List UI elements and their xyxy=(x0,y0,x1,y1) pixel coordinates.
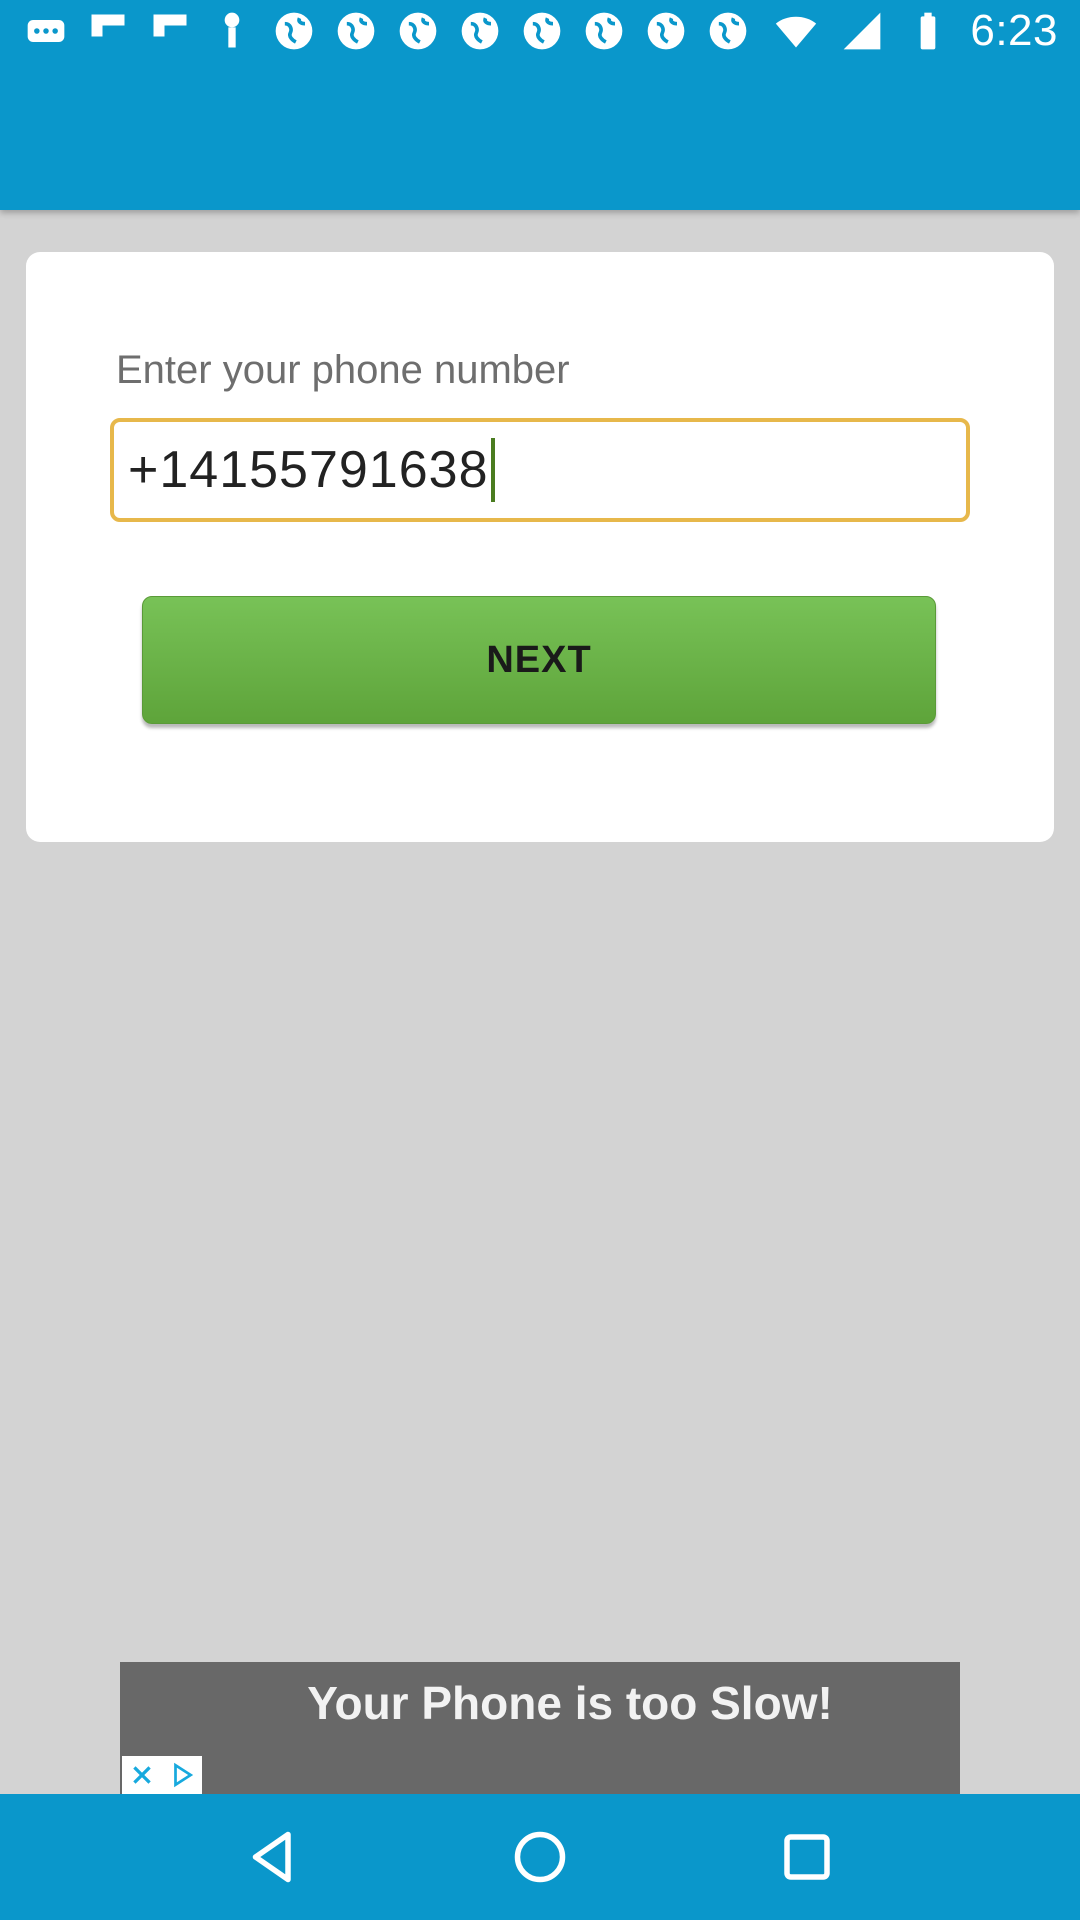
status-system-icons: 6:23 xyxy=(772,6,1058,56)
status-notification-icons xyxy=(22,7,752,55)
phone-number-input[interactable]: +14155791638 xyxy=(110,418,970,522)
flipboard-icon xyxy=(146,7,194,55)
text-cursor xyxy=(490,438,495,502)
wifi-icon xyxy=(772,7,820,55)
back-icon[interactable] xyxy=(238,1822,308,1892)
download-icon xyxy=(208,7,256,55)
ad-banner-text: Your Phone is too Slow! xyxy=(307,1677,833,1729)
ad-controls xyxy=(122,1756,202,1794)
recents-icon[interactable] xyxy=(772,1822,842,1892)
adchoices-icon[interactable] xyxy=(162,1756,202,1794)
ad-close-icon[interactable] xyxy=(122,1756,162,1794)
system-nav-bar xyxy=(0,1794,1080,1920)
globe-icon xyxy=(518,7,566,55)
globe-icon xyxy=(394,7,442,55)
flipboard-icon xyxy=(84,7,132,55)
signal-icon xyxy=(838,7,886,55)
globe-icon xyxy=(332,7,380,55)
ad-banner[interactable]: Your Phone is too Slow! xyxy=(120,1662,960,1794)
phone-number-value: +14155791638 xyxy=(128,441,489,499)
status-bar: 6:23 xyxy=(0,0,1080,62)
home-icon[interactable] xyxy=(505,1822,575,1892)
phone-prompt-label: Enter your phone number xyxy=(116,348,570,392)
globe-icon xyxy=(642,7,690,55)
globe-icon xyxy=(456,7,504,55)
globe-icon xyxy=(704,7,752,55)
battery-icon xyxy=(904,7,952,55)
next-button[interactable]: NEXT xyxy=(142,596,936,724)
more-notifications-icon xyxy=(22,7,70,55)
phone-entry-card: Enter your phone number +14155791638 NEX… xyxy=(26,252,1054,842)
status-time: 6:23 xyxy=(970,6,1058,55)
globe-icon xyxy=(580,7,628,55)
app-header: 6:23 xyxy=(0,0,1080,210)
globe-icon xyxy=(270,7,318,55)
